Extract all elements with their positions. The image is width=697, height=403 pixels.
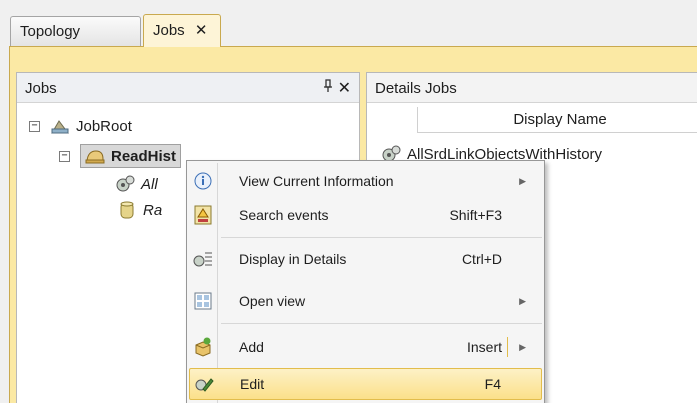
gears-icon — [115, 175, 135, 193]
search-events-icon — [189, 204, 217, 226]
edit-icon — [190, 373, 218, 395]
database-icon — [117, 201, 137, 219]
pin-icon[interactable] — [323, 79, 333, 96]
tab-jobs[interactable]: Jobs ✕ — [143, 14, 221, 47]
submenu-arrow-icon[interactable]: ▶ — [519, 342, 526, 353]
menu-item-shortcut: Shift+F3 — [449, 207, 502, 223]
menu-item-label: Edit — [240, 376, 265, 392]
tree-node-label: JobRoot — [76, 117, 132, 135]
info-icon — [189, 170, 217, 192]
tab-topology[interactable]: Topology — [10, 16, 141, 46]
menu-item-shortcut: Ctrl+D — [461, 251, 502, 267]
submenu-arrow-icon: ▶ — [519, 175, 526, 186]
submenu-arrow-icon: ▶ — [519, 295, 526, 306]
menu-item-label: Open view — [239, 293, 306, 309]
tree-node-label: Ra — [143, 201, 163, 219]
column-header-label: Display Name — [513, 111, 607, 128]
menu-item-open-view[interactable]: Open view ▶ — [189, 285, 542, 317]
helmet-icon — [85, 147, 105, 165]
jobs-panel-header: Jobs ✕ — [17, 73, 359, 103]
tree-node-label: ReadHist — [111, 147, 177, 165]
details-icon — [189, 248, 217, 270]
collapse-icon[interactable]: − — [59, 150, 70, 162]
column-header-display-name[interactable]: Display Name — [417, 107, 697, 133]
tab-strip: Topology Jobs ✕ — [0, 0, 697, 48]
menu-split-divider — [507, 337, 508, 357]
menu-item-label: Search events — [239, 207, 329, 223]
close-icon[interactable]: ✕ — [338, 78, 351, 98]
details-panel-header: Details Jobs — [367, 73, 697, 103]
menu-item-edit[interactable]: Edit F4 — [189, 368, 542, 400]
tree-node-readhist[interactable]: − ReadHist — [59, 143, 182, 169]
collapse-icon[interactable]: − — [29, 120, 40, 132]
tree-node-ra[interactable]: Ra — [117, 197, 162, 223]
tree-node-label: All — [141, 175, 158, 193]
menu-item-label: Display in Details — [239, 251, 347, 267]
menu-item-shortcut: Insert — [466, 339, 502, 355]
menu-item-label: Add — [239, 339, 264, 355]
menu-item-shortcut: F4 — [484, 376, 501, 392]
jobs-panel-title: Jobs — [25, 80, 57, 97]
tab-jobs-label: Jobs — [153, 22, 185, 39]
menu-item-view-current-information[interactable]: View Current Information ▶ — [189, 165, 542, 197]
menu-item-add[interactable]: Add Insert ▶ — [189, 331, 542, 363]
grid-view-icon — [189, 290, 217, 312]
details-panel-title: Details Jobs — [375, 80, 457, 97]
context-menu: View Current Information ▶ Search events… — [186, 160, 545, 403]
menu-item-label: View Current Information — [239, 173, 394, 189]
menu-separator — [221, 323, 542, 324]
add-box-icon — [189, 336, 217, 358]
menu-item-search-events[interactable]: Search events Shift+F3 — [189, 199, 542, 231]
selected-node[interactable]: ReadHist — [80, 144, 182, 168]
job-root-icon — [50, 117, 70, 135]
tab-topology-label: Topology — [20, 23, 81, 40]
tab-close-icon[interactable]: ✕ — [195, 22, 208, 39]
tree-node-jobroot[interactable]: − JobRoot — [29, 113, 132, 139]
tree-node-all[interactable]: All — [115, 171, 158, 197]
menu-item-display-in-details[interactable]: Display in Details Ctrl+D — [189, 243, 542, 275]
menu-separator — [221, 237, 542, 238]
